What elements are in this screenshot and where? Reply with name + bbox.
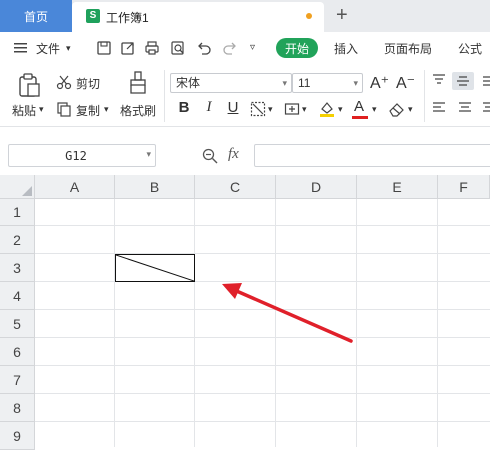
font-color-chevron-icon[interactable]: ▾ [372, 104, 377, 115]
cut-button[interactable]: 剪切 [76, 75, 100, 92]
copy-button[interactable]: 复制 [76, 102, 100, 119]
name-box[interactable]: G12 ▾ [8, 144, 156, 167]
align-center-icon[interactable] [458, 102, 472, 114]
divider [0, 126, 490, 127]
chevron-down-icon: ▾ [353, 78, 358, 88]
border-icon[interactable] [250, 101, 266, 117]
cell-format-chevron-icon[interactable]: ▾ [302, 104, 307, 115]
tab-page-layout[interactable]: 页面布局 [384, 40, 432, 57]
spreadsheet-icon: S [86, 9, 100, 23]
format-painter-button[interactable]: 格式刷 [120, 102, 156, 119]
format-painter-icon[interactable] [128, 70, 148, 96]
save-icon[interactable] [96, 40, 112, 56]
undo-icon[interactable] [196, 40, 212, 56]
tab-bar: 首页 S 工作簿1 + [0, 0, 490, 32]
font-size-value: 11 [298, 76, 311, 90]
font-name-select[interactable]: 宋体 ▾ [170, 73, 292, 93]
align-right-icon[interactable] [482, 102, 490, 114]
fill-color-icon[interactable] [318, 100, 336, 118]
paste-icon[interactable] [16, 72, 42, 98]
ribbon-separator [164, 70, 165, 122]
align-top-icon[interactable] [432, 74, 446, 86]
chevron-down-icon: ▾ [146, 149, 151, 159]
increase-font-size-button[interactable]: A⁺ [370, 73, 389, 93]
menu-file[interactable]: 文件 [36, 40, 60, 57]
print-icon[interactable] [144, 40, 160, 56]
align-middle-icon [457, 76, 469, 86]
tab-insert[interactable]: 插入 [334, 40, 358, 57]
cell-format-icon[interactable] [284, 101, 300, 117]
eraser-chevron-icon[interactable]: ▾ [408, 104, 413, 115]
menu-row: 文件 ▾ ▿ 开始 插入 页面布局 公式 [0, 32, 490, 64]
font-size-select[interactable]: 11 ▾ [292, 73, 363, 93]
paste-chevron-icon[interactable]: ▾ [39, 104, 44, 115]
spreadsheet-grid[interactable]: A B C D E F 1 2 3 4 5 6 7 8 9 [0, 175, 490, 450]
formula-input[interactable] [254, 144, 490, 167]
border-chevron-icon[interactable]: ▾ [268, 104, 273, 115]
scissors-icon[interactable] [56, 74, 72, 90]
font-name-value: 宋体 [176, 76, 201, 90]
align-left-icon[interactable] [432, 102, 446, 114]
workbook-title: 工作簿1 [106, 11, 149, 25]
font-color-swatch [352, 116, 368, 119]
font-color-letter: A [354, 98, 365, 115]
tab-workbook[interactable]: S 工作簿1 [72, 2, 324, 32]
decrease-font-size-button[interactable]: A⁻ [396, 73, 415, 93]
annotation-arrow [222, 283, 353, 343]
unsaved-dot-icon [306, 13, 312, 19]
ribbon: 粘贴 ▾ 剪切 复制 ▾ 格式刷 宋体 ▾ 11 ▾ A⁺ A⁻ B I U ▾ ▾… [0, 64, 490, 126]
tab-formula[interactable]: 公式 [458, 40, 482, 57]
print-preview-icon[interactable] [170, 40, 186, 56]
paste-button[interactable]: 粘贴 [12, 102, 36, 119]
chevron-down-icon[interactable]: ▾ [66, 43, 71, 54]
bold-button[interactable]: B [175, 99, 193, 116]
more-chevron-icon[interactable]: ▿ [250, 42, 255, 53]
tab-home[interactable]: 首页 [0, 0, 72, 32]
new-tab-button[interactable]: + [336, 4, 348, 26]
hamburger-icon[interactable] [14, 42, 28, 54]
copy-icon[interactable] [56, 101, 72, 117]
tab-start[interactable]: 开始 [276, 38, 318, 58]
fx-icon[interactable]: fx [228, 146, 239, 163]
copy-chevron-icon[interactable]: ▾ [104, 104, 109, 115]
underline-button[interactable]: U [224, 99, 242, 116]
chevron-down-icon: ▾ [282, 78, 287, 88]
align-bottom-icon[interactable] [482, 74, 490, 86]
font-color-button[interactable]: A [352, 98, 368, 120]
redo-icon[interactable] [222, 40, 238, 56]
name-box-value: G12 [65, 149, 87, 163]
italic-button[interactable]: I [200, 99, 218, 116]
ribbon-separator [424, 70, 425, 122]
fill-color-chevron-icon[interactable]: ▾ [338, 104, 343, 115]
eraser-icon[interactable] [388, 101, 406, 117]
export-icon[interactable] [120, 40, 136, 56]
magnifier-icon[interactable] [202, 148, 218, 164]
